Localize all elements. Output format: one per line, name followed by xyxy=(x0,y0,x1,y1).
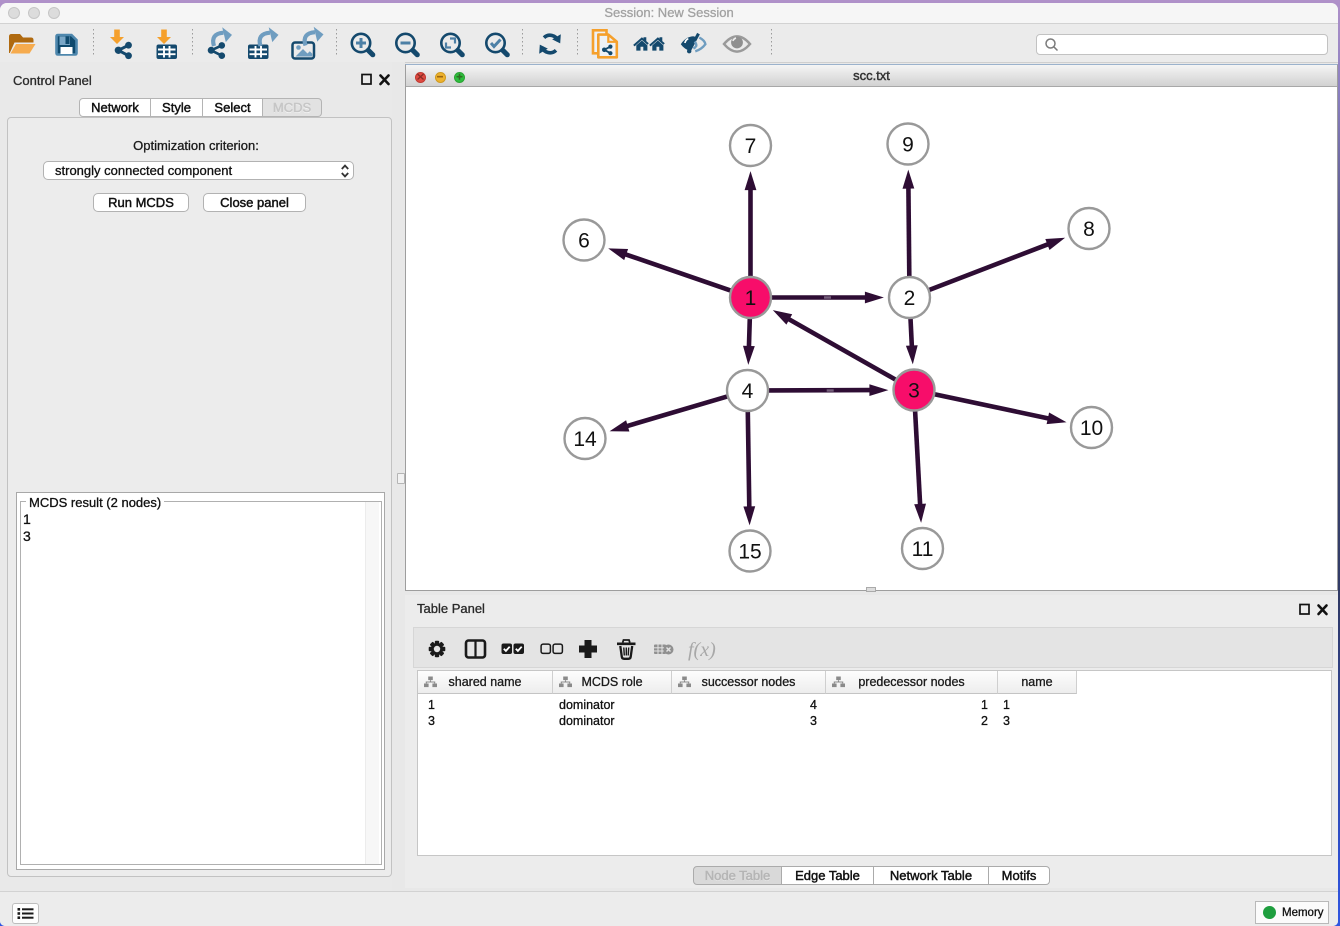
svg-text:14: 14 xyxy=(573,428,597,451)
svg-text:3: 3 xyxy=(908,380,920,403)
svg-text:8: 8 xyxy=(1083,218,1095,241)
svg-text:1: 1 xyxy=(745,287,757,310)
svg-text:7: 7 xyxy=(745,135,757,158)
svg-text:10: 10 xyxy=(1080,417,1103,440)
svg-text:6: 6 xyxy=(578,230,590,253)
svg-text:15: 15 xyxy=(738,541,761,564)
svg-text:9: 9 xyxy=(902,134,914,157)
svg-text:f(x): f(x) xyxy=(688,639,716,661)
svg-text:11: 11 xyxy=(912,538,934,561)
svg-text:2: 2 xyxy=(904,287,916,310)
svg-text:4: 4 xyxy=(742,380,754,403)
